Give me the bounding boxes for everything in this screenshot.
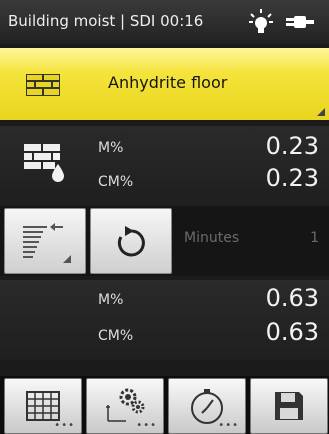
m-percent-value: 0.63 <box>265 284 319 312</box>
save-button[interactable] <box>250 378 328 434</box>
save-icon <box>275 392 303 420</box>
sort-button[interactable] <box>4 208 86 274</box>
minutes-value: 1 <box>310 230 319 246</box>
cm-percent-label: CM% <box>98 328 134 344</box>
timer-button[interactable]: ••• <box>168 378 246 434</box>
m-percent-label: M% <box>98 140 124 156</box>
more-indicator: ••• <box>218 420 239 431</box>
more-indicator: ••• <box>136 420 157 431</box>
control-row: Minutes 1 <box>0 206 329 276</box>
more-indicator: ••• <box>54 420 75 431</box>
refresh-icon <box>115 224 149 264</box>
reading-panel-result: M% 0.63 CM% 0.63 <box>0 280 329 360</box>
dropdown-corner-icon <box>317 108 325 116</box>
lightbulb-icon <box>248 8 274 40</box>
material-selector[interactable]: Anhydrite floor <box>0 48 329 120</box>
cm-percent-value: 0.63 <box>265 318 319 346</box>
m-percent-value: 0.23 <box>265 132 319 160</box>
grid-icon <box>26 391 60 421</box>
cm-percent-value: 0.23 <box>265 164 319 192</box>
cm-percent-label: CM% <box>98 174 134 190</box>
wet-brick-icon <box>24 144 66 188</box>
status-text: Building moist | SDI 00:16 <box>8 12 204 30</box>
sort-icon <box>19 221 71 267</box>
m-percent-label: M% <box>98 292 124 308</box>
grid-button[interactable]: ••• <box>4 378 82 434</box>
brick-wall-icon <box>26 74 60 100</box>
bottom-toolbar: ••• ••• ••• <box>0 376 329 434</box>
refresh-button[interactable] <box>90 208 172 274</box>
plug-icon <box>284 14 314 34</box>
status-bar: Building moist | SDI 00:16 <box>0 0 329 44</box>
reading-panel-current: M% 0.23 CM% 0.23 <box>0 126 329 206</box>
minutes-label: Minutes <box>184 230 240 246</box>
material-name: Anhydrite floor <box>108 73 228 92</box>
settings-button[interactable]: ••• <box>86 378 164 434</box>
